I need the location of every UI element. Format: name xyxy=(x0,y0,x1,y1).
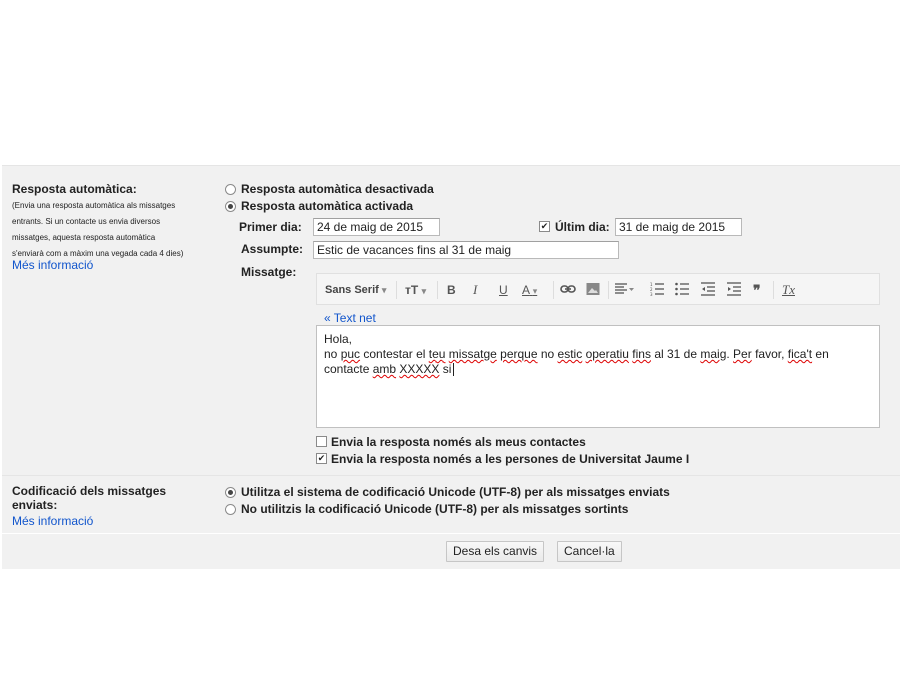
link-icon[interactable] xyxy=(560,282,576,300)
text-cursor xyxy=(453,363,455,377)
encoding-title: enviats: xyxy=(12,498,58,512)
encoding-no-utf8-radio[interactable] xyxy=(225,504,236,515)
encoding-utf8-radio[interactable] xyxy=(225,487,236,498)
save-changes-button[interactable]: Desa els canvis xyxy=(446,541,545,562)
numbered-list-icon[interactable]: 123 xyxy=(650,282,664,300)
align-icon[interactable] xyxy=(615,282,635,300)
vacation-on-radio[interactable] xyxy=(225,201,236,212)
remove-formatting-icon[interactable]: Tx xyxy=(782,282,795,298)
toolbar-divider xyxy=(437,281,438,299)
toolbar-divider xyxy=(553,281,554,299)
font-family-select[interactable]: Sans Serif ▾ xyxy=(325,282,386,298)
toolbar-divider xyxy=(773,281,774,299)
vacation-off-label[interactable]: Resposta automàtica desactivada xyxy=(241,182,434,196)
contacts-only-label[interactable]: Envia la resposta només als meus contact… xyxy=(331,435,586,449)
message-line: Hola, xyxy=(324,332,353,346)
italic-button[interactable]: I xyxy=(473,282,477,298)
plain-text-link[interactable]: « Text net xyxy=(324,311,376,325)
svg-text:3: 3 xyxy=(650,292,653,296)
first-day-label: Primer dia: xyxy=(239,220,302,234)
first-day-input[interactable] xyxy=(313,218,440,236)
formatting-toolbar: Sans Serif ▾ тT ▾ B I U A ▾ 123 ❞ Tx xyxy=(316,273,880,305)
settings-panel: Resposta automàtica: (Envia una resposta… xyxy=(2,165,900,569)
message-label: Missatge: xyxy=(241,265,297,279)
vacation-description-line: missatges, aquesta resposta automàtica xyxy=(12,233,156,242)
chevron-down-icon: ▾ xyxy=(421,286,427,296)
encoding-section: Codificació dels missatges enviats: Més … xyxy=(2,476,900,533)
vacation-off-radio[interactable] xyxy=(225,184,236,195)
toolbar-divider xyxy=(396,281,397,299)
vacation-on-label[interactable]: Resposta automàtica activada xyxy=(241,199,413,213)
encoding-utf8-label[interactable]: Utilitza el sistema de codificació Unico… xyxy=(241,485,670,499)
bulleted-list-icon[interactable] xyxy=(675,282,689,300)
last-day-input[interactable] xyxy=(615,218,742,236)
vacation-responder-section: Resposta automàtica: (Envia una resposta… xyxy=(2,166,900,476)
message-line: contacte amb XXXXX si xyxy=(324,362,872,377)
actions-bar: Desa els canvis Cancel·la xyxy=(2,533,900,569)
quote-icon[interactable]: ❞ xyxy=(753,282,761,298)
chevron-down-icon: ▾ xyxy=(532,286,538,296)
vacation-description-line: entrants. Si un contacte us envia divers… xyxy=(12,217,161,226)
org-only-checkbox[interactable]: ✔ xyxy=(316,453,327,464)
vacation-description-line: (Envia una resposta automàtica als missa… xyxy=(12,201,176,210)
toolbar-divider xyxy=(608,281,609,299)
vacation-title: Resposta automàtica: xyxy=(12,182,137,196)
indent-less-icon[interactable] xyxy=(701,282,715,300)
cancel-button[interactable]: Cancel·la xyxy=(557,541,622,562)
last-day-checkbox[interactable]: ✔ xyxy=(539,221,550,232)
vacation-learn-more-link[interactable]: Més informació xyxy=(12,258,93,272)
bold-button[interactable]: B xyxy=(447,282,456,298)
chevron-down-icon: ▾ xyxy=(381,285,387,295)
message-line: no puc contestar el teu missatge perque … xyxy=(324,347,829,361)
encoding-learn-more-link[interactable]: Més informació xyxy=(12,514,93,528)
contacts-only-checkbox[interactable] xyxy=(316,436,327,447)
encoding-title: Codificació dels missatges xyxy=(12,484,167,498)
last-day-label: Últim dia: xyxy=(555,220,610,234)
encoding-no-utf8-label[interactable]: No utilitzis la codificació Unicode (UTF… xyxy=(241,502,628,516)
subject-input[interactable] xyxy=(313,241,619,259)
image-icon[interactable] xyxy=(586,282,600,300)
text-color-button[interactable]: A ▾ xyxy=(522,282,537,299)
underline-button[interactable]: U xyxy=(499,282,508,298)
org-only-label[interactable]: Envia la resposta només a les persones d… xyxy=(331,452,689,466)
indent-more-icon[interactable] xyxy=(727,282,741,300)
message-editor[interactable]: Hola, no puc contestar el teu missatge p… xyxy=(316,325,880,428)
font-size-icon[interactable]: тT ▾ xyxy=(405,282,426,299)
subject-label: Assumpte: xyxy=(241,242,304,256)
